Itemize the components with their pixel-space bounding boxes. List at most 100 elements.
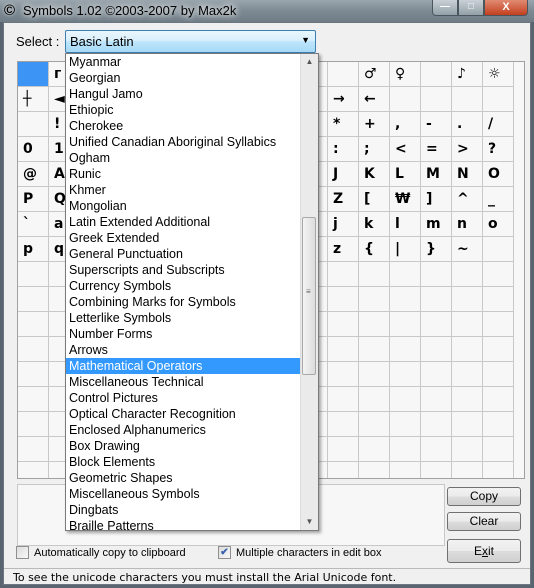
dropdown-item[interactable]: Myanmar xyxy=(66,54,300,70)
character-cell[interactable] xyxy=(390,337,421,362)
dropdown-item[interactable]: Geometric Shapes xyxy=(66,470,300,486)
character-cell[interactable]: / xyxy=(483,112,514,137)
character-cell[interactable] xyxy=(18,362,49,387)
character-cell[interactable] xyxy=(18,112,49,137)
character-cell[interactable]: } xyxy=(421,237,452,262)
character-cell[interactable]: , xyxy=(390,112,421,137)
dropdown-item[interactable]: General Punctuation xyxy=(66,246,300,262)
scroll-down-icon[interactable]: ▼ xyxy=(301,514,318,530)
dropdown-item[interactable]: Greek Extended xyxy=(66,230,300,246)
character-cell[interactable]: * xyxy=(328,112,359,137)
character-cell[interactable] xyxy=(483,287,514,312)
character-cell[interactable] xyxy=(18,262,49,287)
character-cell[interactable] xyxy=(328,462,359,478)
multiple-chars-checkbox[interactable]: ✔ Multiple characters in edit box xyxy=(218,546,382,559)
character-cell[interactable]: L xyxy=(390,162,421,187)
dropdown-item[interactable]: Miscellaneous Technical xyxy=(66,374,300,390)
character-cell[interactable]: ^ xyxy=(452,187,483,212)
character-cell[interactable]: P xyxy=(18,187,49,212)
character-cell[interactable] xyxy=(328,362,359,387)
dropdown-item[interactable]: Braille Patterns xyxy=(66,518,300,530)
copy-button[interactable]: Copy xyxy=(447,487,521,506)
character-cell[interactable] xyxy=(328,387,359,412)
character-cell[interactable]: + xyxy=(359,112,390,137)
block-dropdown-list[interactable]: Myanmar Georgian Hangul Jamo Ethiopic Cherok… xyxy=(65,53,319,531)
character-cell[interactable] xyxy=(18,387,49,412)
character-cell[interactable] xyxy=(452,287,483,312)
character-cell[interactable] xyxy=(483,312,514,337)
character-cell[interactable]: m xyxy=(421,212,452,237)
dropdown-item[interactable]: Arrows xyxy=(66,342,300,358)
dropdown-item[interactable]: Enclosed Alphanumerics xyxy=(66,422,300,438)
character-cell[interactable] xyxy=(359,262,390,287)
character-cell[interactable] xyxy=(359,337,390,362)
dropdown-item[interactable]: Dingbats xyxy=(66,502,300,518)
minimize-button[interactable]: — xyxy=(432,0,458,16)
character-cell[interactable] xyxy=(483,337,514,362)
dropdown-item[interactable]: Khmer xyxy=(66,182,300,198)
character-cell[interactable]: ♀ xyxy=(390,62,421,87)
character-cell[interactable] xyxy=(421,287,452,312)
character-cell[interactable]: : xyxy=(328,137,359,162)
character-cell[interactable]: z xyxy=(328,237,359,262)
dropdown-item[interactable]: Letterlike Symbols xyxy=(66,310,300,326)
character-cell[interactable] xyxy=(452,412,483,437)
dropdown-item[interactable]: Currency Symbols xyxy=(66,278,300,294)
character-cell[interactable] xyxy=(452,87,483,112)
character-cell[interactable] xyxy=(359,462,390,478)
character-cell[interactable]: = xyxy=(421,137,452,162)
auto-copy-checkbox-box[interactable] xyxy=(16,546,29,559)
dropdown-item[interactable]: Block Elements xyxy=(66,454,300,470)
auto-copy-checkbox[interactable]: Automatically copy to clipboard xyxy=(16,546,186,559)
character-cell[interactable]: 0 xyxy=(18,137,49,162)
character-cell[interactable]: k xyxy=(359,212,390,237)
dropdown-item[interactable]: Box Drawing xyxy=(66,438,300,454)
character-cell[interactable] xyxy=(483,412,514,437)
dropdown-item[interactable]: Mongolian xyxy=(66,198,300,214)
dropdown-item[interactable]: Miscellaneous Symbols xyxy=(66,486,300,502)
dropdown-item[interactable]: Hangul Jamo xyxy=(66,86,300,102)
character-cell[interactable]: | xyxy=(390,237,421,262)
character-cell[interactable]: ♂ xyxy=(359,62,390,87)
check-icon[interactable]: ✔ xyxy=(218,546,231,559)
character-cell[interactable] xyxy=(328,312,359,337)
dropdown-item[interactable]: Ethiopic xyxy=(66,102,300,118)
maximize-button[interactable]: □ xyxy=(458,0,484,16)
dropdown-item[interactable]: Ogham xyxy=(66,150,300,166)
character-cell[interactable]: p xyxy=(18,237,49,262)
character-cell[interactable]: N xyxy=(452,162,483,187)
dropdown-item[interactable]: Superscripts and Subscripts xyxy=(66,262,300,278)
character-cell[interactable] xyxy=(18,312,49,337)
block-select[interactable]: Basic Latin ▼ xyxy=(65,30,316,53)
character-cell[interactable] xyxy=(390,412,421,437)
character-cell[interactable]: → xyxy=(328,87,359,112)
character-cell[interactable] xyxy=(18,337,49,362)
character-cell[interactable] xyxy=(359,362,390,387)
dropdown-scrollbar[interactable]: ▲ ≡ ▼ xyxy=(300,54,318,530)
character-cell[interactable] xyxy=(483,362,514,387)
dropdown-item[interactable]: Runic xyxy=(66,166,300,182)
dropdown-item[interactable]: Number Forms xyxy=(66,326,300,342)
character-cell[interactable] xyxy=(421,362,452,387)
character-cell[interactable] xyxy=(328,262,359,287)
dropdown-item[interactable]: Latin Extended Additional xyxy=(66,214,300,230)
character-cell[interactable] xyxy=(18,287,49,312)
dropdown-item[interactable]: Georgian xyxy=(66,70,300,86)
character-cell[interactable]: < xyxy=(390,137,421,162)
character-cell[interactable]: @ xyxy=(18,162,49,187)
character-cell[interactable] xyxy=(328,287,359,312)
character-cell[interactable]: > xyxy=(452,137,483,162)
character-cell[interactable] xyxy=(390,87,421,112)
character-cell[interactable]: Z xyxy=(328,187,359,212)
character-cell[interactable] xyxy=(452,437,483,462)
character-cell[interactable]: l xyxy=(390,212,421,237)
dropdown-item[interactable]: Cherokee xyxy=(66,118,300,134)
character-cell[interactable]: [ xyxy=(359,187,390,212)
character-cell[interactable] xyxy=(359,312,390,337)
character-cell[interactable] xyxy=(483,262,514,287)
character-cell[interactable] xyxy=(18,462,49,478)
character-cell[interactable]: J xyxy=(328,162,359,187)
character-cell[interactable]: . xyxy=(452,112,483,137)
character-cell[interactable] xyxy=(452,387,483,412)
character-cell[interactable] xyxy=(390,312,421,337)
